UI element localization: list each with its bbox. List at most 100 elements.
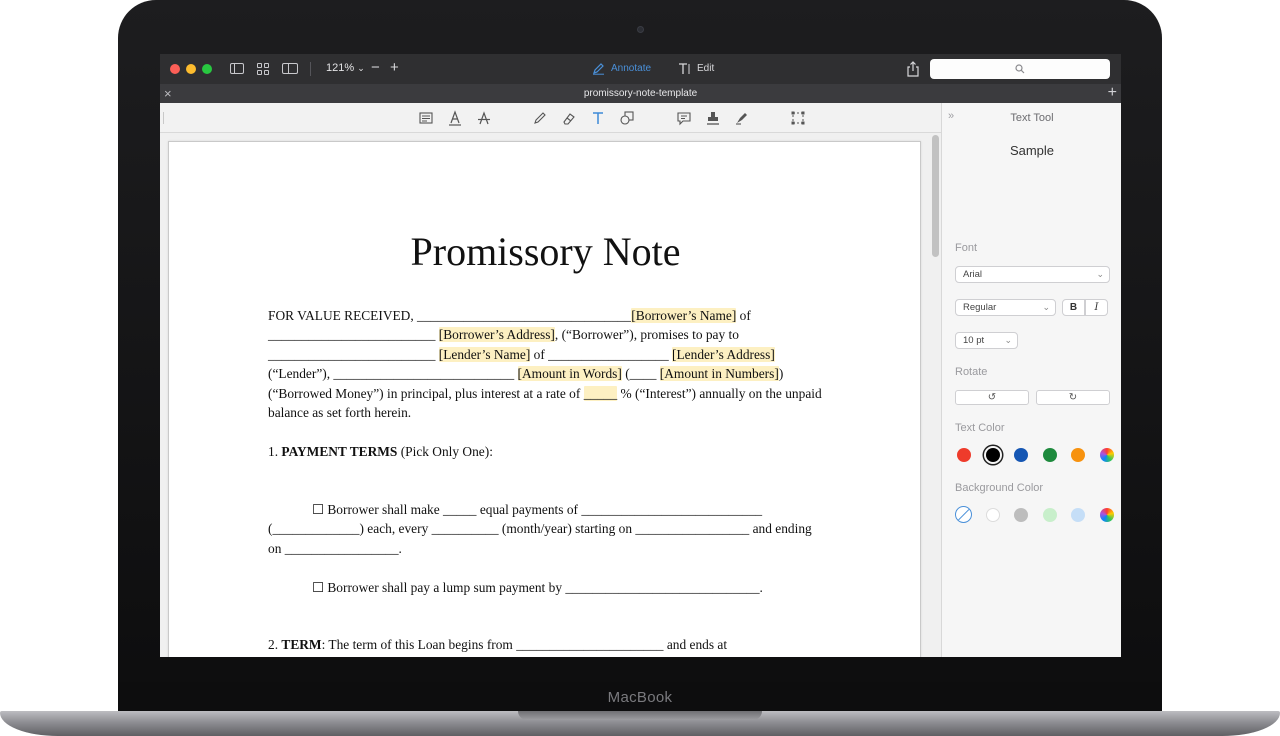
intro-paragraph: FOR VALUE RECEIVED, ____________________… xyxy=(268,306,828,422)
term-section: 2. TERM: The term of this Loan begins fr… xyxy=(268,635,828,654)
text-color-swatch[interactable] xyxy=(1071,448,1085,462)
toolbar-divider xyxy=(310,62,311,76)
close-tab-button[interactable]: × xyxy=(164,86,172,101)
section-title: PAYMENT TERMS xyxy=(281,443,398,459)
eraser-tool-icon[interactable] xyxy=(561,110,577,126)
payment-option-installments[interactable]: ☐ Borrower shall make _____ equal paymen… xyxy=(268,481,828,559)
chevron-down-icon: ⌄ xyxy=(1096,269,1104,279)
panel-heading: Text Tool xyxy=(1010,112,1054,124)
annotate-mode-button[interactable]: Annotate xyxy=(592,62,651,75)
sidebar-toggle-icon[interactable] xyxy=(230,63,244,74)
bold-button[interactable]: B xyxy=(1062,299,1085,316)
annotation-toolbar xyxy=(160,103,941,133)
text-highlight-tool-icon[interactable] xyxy=(418,110,434,126)
edit-label: Edit xyxy=(697,63,715,74)
background-color-swatch[interactable] xyxy=(1071,508,1085,522)
pencil-icon xyxy=(593,63,604,75)
section-number: 2. xyxy=(268,637,282,653)
brand-label: MacBook xyxy=(607,688,673,706)
font-label: Font xyxy=(955,242,978,254)
section-note: (Pick Only One): xyxy=(397,443,493,459)
chevron-down-icon: ⌄ xyxy=(1042,302,1050,312)
section-title: TERM xyxy=(281,637,322,653)
zoom-level-value: 121% xyxy=(326,62,355,74)
font-family-select[interactable]: Arial ⌄ xyxy=(955,266,1110,283)
body-text: FOR VALUE RECEIVED, ____________________… xyxy=(268,308,632,323)
laptop-chin: MacBook xyxy=(118,682,1162,712)
lump-sum-option-text: ☐ Borrower shall pay a lump sum payment … xyxy=(312,579,763,595)
text-color-swatch[interactable] xyxy=(985,448,1000,462)
document-viewport[interactable]: Promissory Note FOR VALUE RECEIVED, ____… xyxy=(160,133,941,657)
toolbar-grip xyxy=(163,112,164,124)
title-bar: 121% ⌄ − + Annotate Edit xyxy=(160,54,1121,84)
rotate-label: Rotate xyxy=(955,366,988,378)
document-page[interactable]: Promissory Note FOR VALUE RECEIVED, ____… xyxy=(168,141,921,657)
placeholder-field[interactable]: _____ xyxy=(583,385,618,401)
thumbnail-grid-icon[interactable] xyxy=(257,63,269,75)
placeholder-field[interactable]: [Borrower’s Name] xyxy=(631,308,737,323)
two-page-view-icon[interactable] xyxy=(282,63,298,74)
italic-button[interactable]: I xyxy=(1085,299,1108,316)
tab-document-title[interactable]: promissory-note-template xyxy=(584,88,697,99)
signature-tool-icon[interactable] xyxy=(734,110,750,126)
shapes-tool-icon[interactable] xyxy=(619,110,635,126)
zoom-window-button[interactable] xyxy=(202,64,212,74)
background-color-picker-icon[interactable] xyxy=(1099,508,1114,522)
strikethrough-tool-icon[interactable] xyxy=(476,110,492,126)
zoom-out-button[interactable]: − xyxy=(371,59,380,76)
stamp-tool-icon[interactable] xyxy=(705,110,721,126)
font-size-value: 10 pt xyxy=(963,335,985,346)
minimize-window-button[interactable] xyxy=(186,64,196,74)
share-icon[interactable] xyxy=(906,61,920,77)
note-comment-tool-icon[interactable] xyxy=(676,110,692,126)
annotate-label: Annotate xyxy=(611,63,652,74)
placeholder-field[interactable]: [Amount in Numbers] xyxy=(659,366,779,382)
pen-tool-icon[interactable] xyxy=(532,110,548,126)
camera-icon xyxy=(637,26,644,33)
no-background-swatch[interactable] xyxy=(955,506,972,523)
app-window: 121% ⌄ − + Annotate Edit × promissory-no… xyxy=(160,54,1121,657)
rotate-left-button[interactable]: ↺ xyxy=(955,390,1029,405)
placeholder-field[interactable]: [Lender’s Address] xyxy=(672,346,775,362)
body-text: of __________________ xyxy=(530,346,673,362)
rotate-left-icon: ↺ xyxy=(987,392,997,403)
background-color-swatch[interactable] xyxy=(1014,508,1028,522)
underline-text-tool-icon[interactable] xyxy=(447,110,463,126)
section-number: 1. xyxy=(268,443,282,459)
tab-bar: × promissory-note-template + xyxy=(160,84,1121,103)
font-size-select[interactable]: 10 pt ⌄ xyxy=(955,332,1018,349)
text-color-swatch[interactable] xyxy=(1014,448,1028,462)
payment-option-lump-sum[interactable]: ☐ Borrower shall pay a lump sum payment … xyxy=(268,578,828,597)
font-sample-preview: Sample xyxy=(1009,143,1055,158)
text-color-label: Text Color xyxy=(955,422,1005,434)
chevron-down-icon: ⌄ xyxy=(357,63,365,73)
placeholder-field[interactable]: [Lender’s Name] xyxy=(438,346,531,362)
close-window-button[interactable] xyxy=(170,64,180,74)
rotate-right-button[interactable]: ↻ xyxy=(1036,390,1110,405)
text-tool-icon[interactable] xyxy=(590,110,606,126)
background-color-swatch[interactable] xyxy=(1042,508,1057,522)
text-color-picker-icon[interactable] xyxy=(1099,448,1114,462)
zoom-in-button[interactable]: + xyxy=(390,59,399,76)
text-color-swatch[interactable] xyxy=(957,448,971,462)
zoom-level-dropdown[interactable]: 121% ⌄ xyxy=(326,62,365,74)
text-color-swatch[interactable] xyxy=(1042,448,1057,462)
document-body: FOR VALUE RECEIVED, ____________________… xyxy=(268,306,828,657)
background-color-swatch[interactable] xyxy=(985,508,1000,522)
placeholder-field[interactable]: [Amount in Words] xyxy=(517,366,622,382)
text-tool-panel: » Text Tool Sample Font Arial ⌄ Regular ⌄ … xyxy=(941,103,1121,657)
installment-option-text: ☐ Borrower shall make _____ equal paymen… xyxy=(268,502,812,556)
new-tab-button[interactable]: + xyxy=(1108,84,1117,102)
section-text: : The term of this Loan begins from ____… xyxy=(321,637,728,653)
vertical-scrollbar[interactable] xyxy=(932,135,939,257)
select-area-tool-icon[interactable] xyxy=(790,110,806,126)
body-text: (____ xyxy=(621,366,660,382)
font-family-value: Arial xyxy=(963,269,983,280)
document-title: Promissory Note xyxy=(410,229,681,274)
background-color-label: Background Color xyxy=(955,482,1044,494)
search-input[interactable] xyxy=(930,59,1110,79)
edit-mode-button[interactable]: Edit xyxy=(678,62,714,75)
font-style-value: Regular xyxy=(963,302,997,313)
font-style-select[interactable]: Regular ⌄ xyxy=(955,299,1056,316)
placeholder-field[interactable]: [Borrower’s Address] xyxy=(438,327,555,343)
